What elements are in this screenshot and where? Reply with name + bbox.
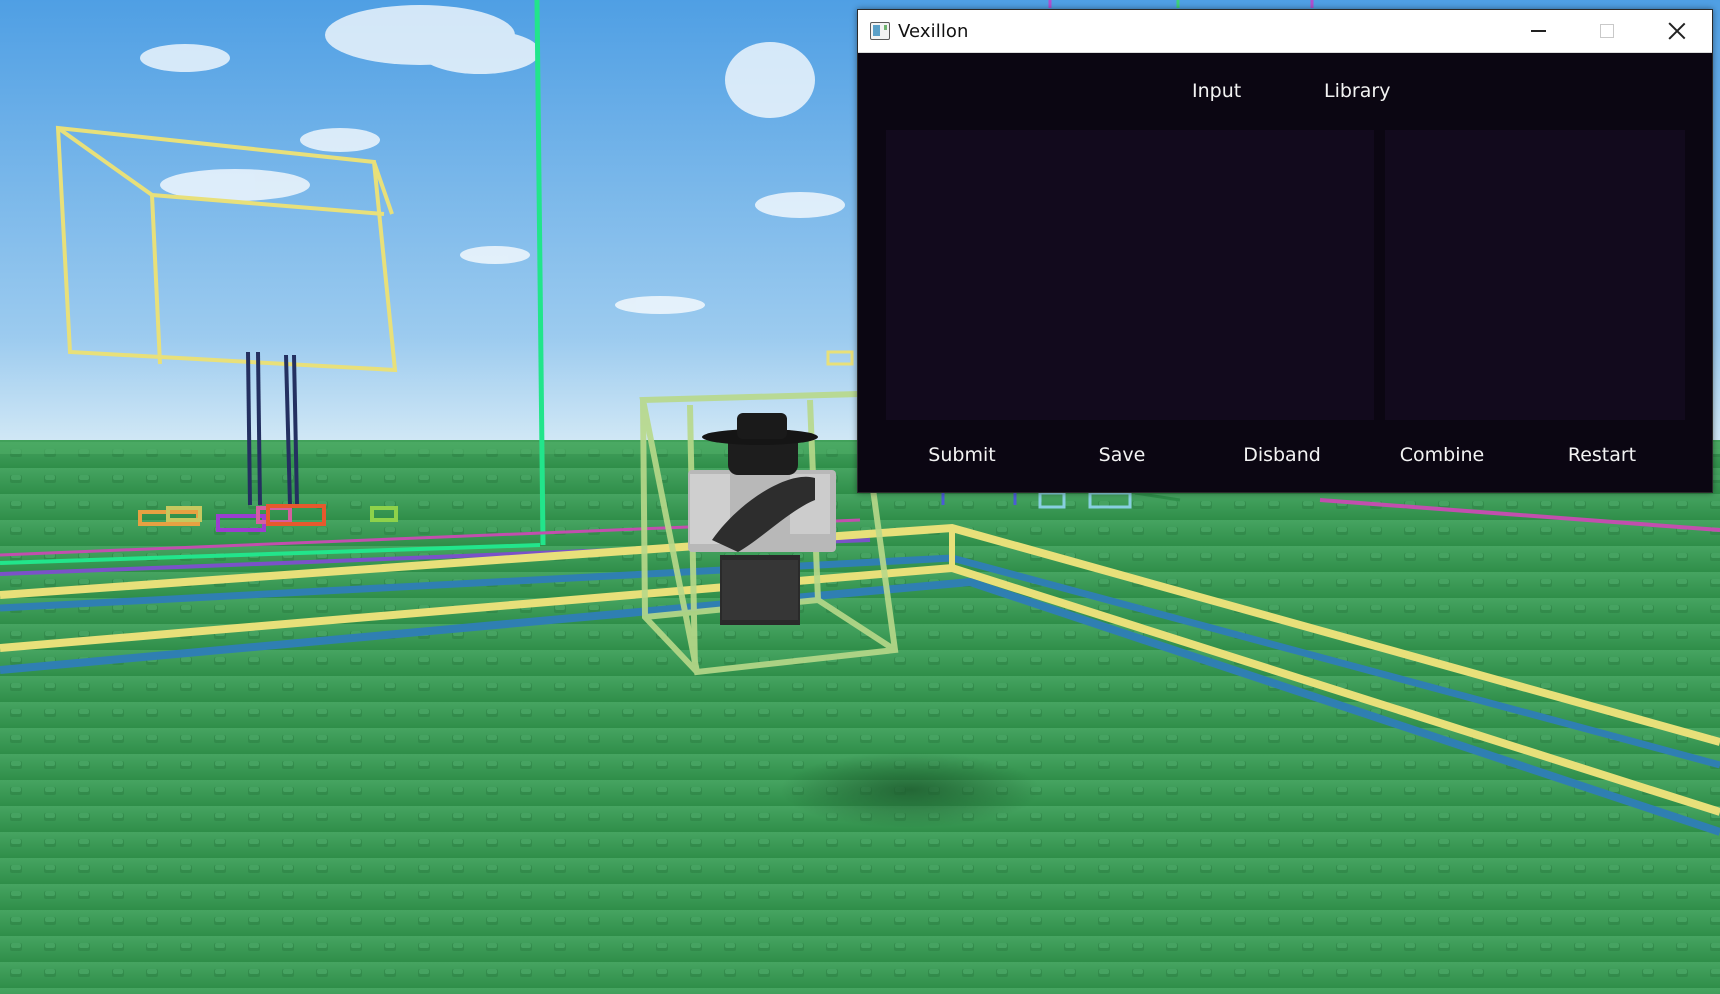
save-button[interactable]: Save bbox=[1052, 444, 1192, 466]
disband-button[interactable]: Disband bbox=[1212, 444, 1352, 466]
window-title: Vexillon bbox=[898, 20, 969, 42]
vexillon-window: Vexillon Input Library Submit Save Disba… bbox=[857, 9, 1713, 493]
minimize-icon bbox=[1530, 30, 1546, 32]
tab-bar: Input Library bbox=[858, 80, 1712, 110]
script-library-list[interactable] bbox=[1385, 130, 1685, 420]
submit-button[interactable]: Submit bbox=[892, 444, 1032, 466]
restart-button[interactable]: Restart bbox=[1532, 444, 1672, 466]
minimize-button[interactable] bbox=[1504, 10, 1572, 52]
combine-button[interactable]: Combine bbox=[1372, 444, 1512, 466]
maximize-button[interactable] bbox=[1573, 10, 1641, 52]
tab-library[interactable]: Library bbox=[1324, 80, 1390, 102]
tab-input[interactable]: Input bbox=[1192, 80, 1241, 102]
maximize-icon bbox=[1600, 24, 1614, 38]
avatar-shadow bbox=[780, 752, 1040, 828]
script-editor[interactable] bbox=[886, 130, 1374, 420]
close-icon bbox=[1668, 22, 1686, 40]
title-bar[interactable]: Vexillon bbox=[858, 10, 1712, 53]
app-window-icon bbox=[870, 22, 890, 40]
action-bar: Submit Save Disband Combine Restart bbox=[858, 444, 1712, 474]
close-button[interactable] bbox=[1643, 10, 1711, 52]
